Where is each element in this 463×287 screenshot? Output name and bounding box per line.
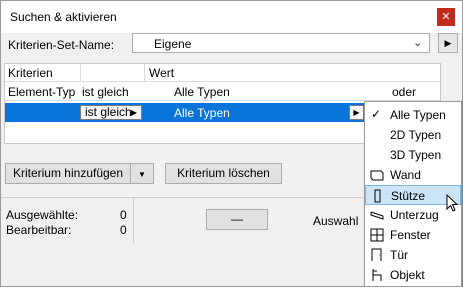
value-dropdown-button[interactable]: ▶ [349, 105, 364, 120]
table-subheader: Element-Typ ist gleich Alle Typen oder [5, 82, 440, 101]
menu-item-3d-types[interactable]: 3D Typen [365, 145, 461, 165]
menu-item-2d-types[interactable]: 2D Typen [365, 125, 461, 145]
subheader-element-type: Element-Typ [8, 85, 76, 99]
add-criterion-button[interactable]: Kriterium hinzufügen [5, 163, 131, 184]
chevron-down-icon: ▼ [138, 170, 146, 179]
editable-count: 0 [120, 223, 127, 237]
menu-item-all-types[interactable]: ✓ Alle Typen [365, 105, 461, 125]
column-divider[interactable] [80, 64, 81, 81]
add-criterion-label: Kriterium hinzufügen [12, 166, 124, 180]
column-divider[interactable] [144, 64, 145, 81]
menu-item-door[interactable]: Tür [365, 245, 461, 265]
editable-label: Bearbeitbar: [6, 223, 72, 237]
selected-count: 0 [120, 208, 127, 222]
beam-icon [370, 211, 384, 220]
title-bar: Suchen & aktivieren ✕ [1, 1, 462, 33]
delete-criterion-button[interactable]: Kriterium löschen [165, 163, 282, 184]
table-header: Kriterien Wert [5, 64, 440, 82]
menu-item-label: Unterzug [390, 208, 439, 222]
add-criterion-dropdown-button[interactable]: ▼ [130, 163, 154, 184]
menu-item-label: Fenster [390, 228, 431, 242]
menu-item-wall[interactable]: Wand [365, 165, 461, 185]
play-arrow-icon[interactable]: ▶ [438, 33, 458, 53]
menu-item-label: Tür [390, 248, 408, 262]
menu-item-window[interactable]: Fenster [365, 225, 461, 245]
checkmark-icon: ✓ [371, 107, 382, 121]
menu-item-label: 2D Typen [390, 128, 442, 142]
criteria-set-label: Kriterien-Set-Name: [8, 38, 115, 52]
header-value: Wert [149, 66, 175, 80]
delete-criterion-label: Kriterium löschen [177, 166, 270, 180]
menu-item-object[interactable]: Objekt [365, 265, 461, 285]
subheader-or: oder [392, 85, 417, 99]
criteria-set-value: Eigene [154, 37, 192, 51]
selected-label: Ausgewählte: [6, 208, 79, 222]
menu-item-label: Wand [390, 168, 421, 182]
menu-item-label: Alle Typen [390, 108, 446, 122]
divider [133, 198, 134, 244]
menu-item-label: Stütze [391, 189, 426, 203]
menu-item-label: 3D Typen [390, 148, 442, 162]
window-title: Suchen & aktivieren [10, 10, 117, 24]
door-icon [371, 248, 382, 261]
subheader-equals: ist gleich [82, 85, 129, 99]
close-icon[interactable]: ✕ [437, 8, 455, 26]
subheader-all-types: Alle Typen [174, 85, 230, 99]
criteria-set-dropdown[interactable]: Eigene ⌄ [132, 33, 430, 53]
window-icon [370, 228, 384, 242]
operator-button[interactable]: ist gleich ▶ [80, 105, 142, 120]
header-criteria: Kriterien [8, 66, 53, 80]
selection-label: Auswahl [313, 214, 359, 228]
dash-button[interactable]: — [206, 209, 268, 230]
menu-item-label: Objekt [390, 268, 425, 282]
dash-label: — [231, 212, 243, 226]
object-icon [372, 269, 382, 281]
play-arrow-icon: ▶ [130, 108, 137, 117]
row-value: Alle Typen [174, 106, 230, 120]
chevron-down-icon: ⌄ [413, 37, 423, 49]
column-icon [374, 189, 381, 203]
operator-label: ist gleich [85, 105, 132, 119]
mouse-cursor-icon [446, 194, 459, 212]
wall-icon [370, 170, 384, 181]
